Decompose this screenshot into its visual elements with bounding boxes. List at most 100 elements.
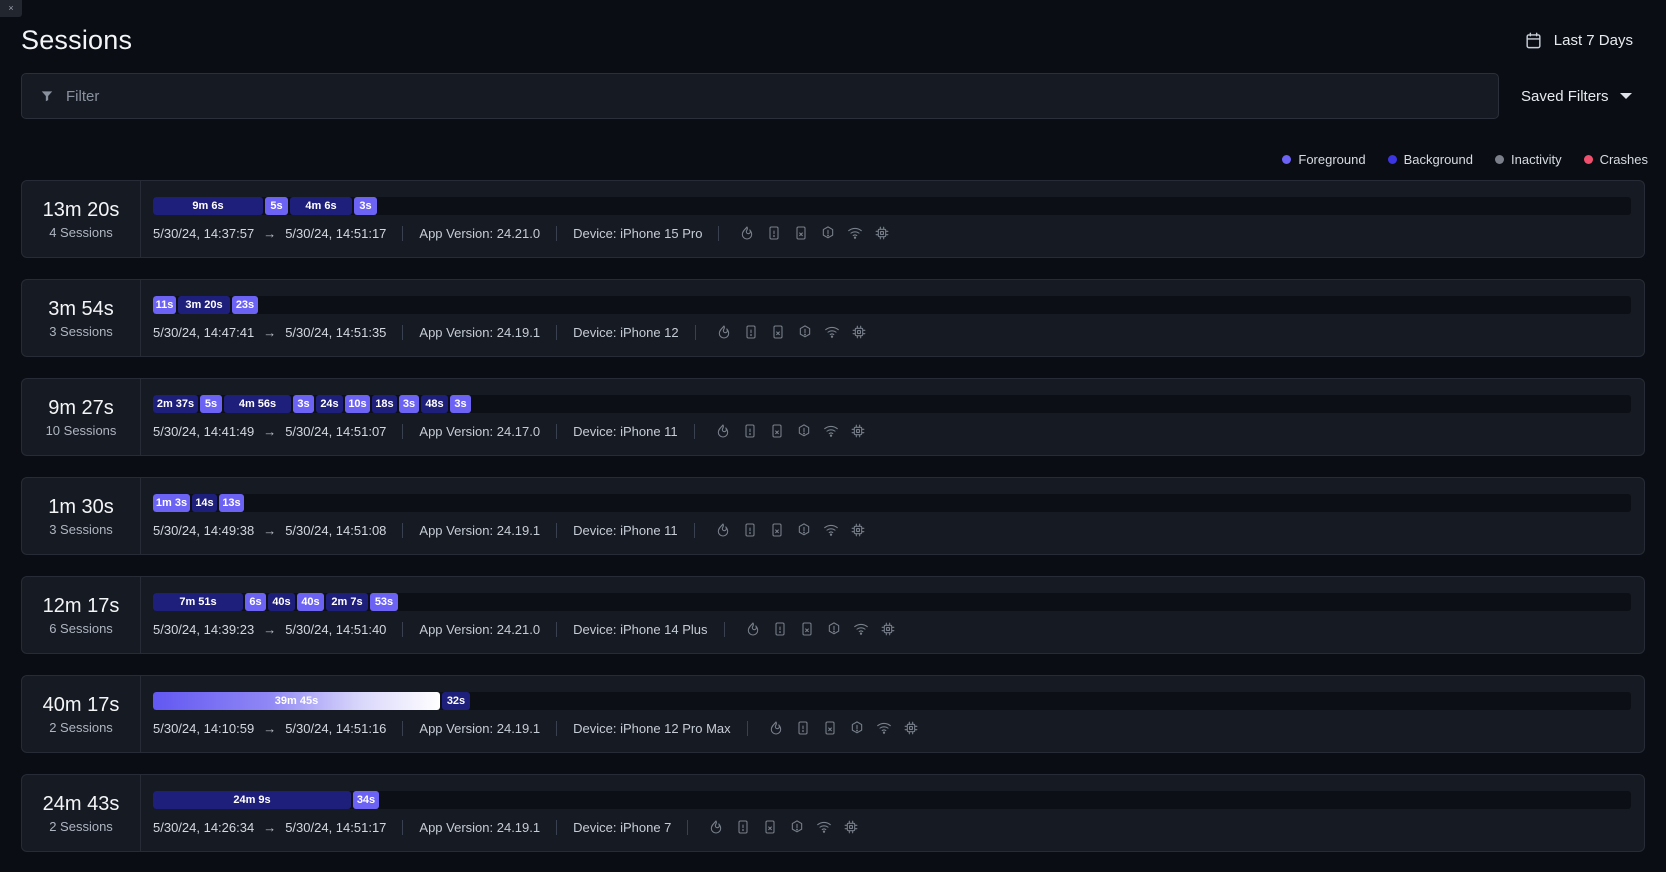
session-card[interactable]: 40m 17s 2 Sessions 39m 45s 32s 5/30/24, 14:1…: [21, 675, 1645, 753]
meta-divider: [402, 720, 404, 736]
timeline-segment-label: 3m 20s: [185, 299, 223, 311]
session-timeline[interactable]: 11s 3m 20s 23s: [153, 296, 1631, 314]
session-count: 2 Sessions: [49, 818, 113, 834]
timeline-segment-fg[interactable]: 23s: [232, 296, 258, 314]
timeline-segment-label: 39m 45s: [274, 695, 319, 707]
device-label: Device: iPhone 7: [573, 819, 672, 835]
calendar-icon: [1524, 31, 1543, 50]
timeline-segment-bg[interactable]: 32s: [442, 692, 470, 710]
timeline-segment-fg[interactable]: 53s: [370, 593, 398, 611]
legend-label: Inactivity: [1511, 152, 1562, 167]
date-range-picker[interactable]: Last 7 Days: [1524, 31, 1633, 50]
timeline-segment-fg[interactable]: 5s: [200, 395, 222, 413]
timeline-segment-bg[interactable]: 24s: [316, 395, 343, 413]
timeline-segment-label: 40s: [272, 596, 291, 608]
timeline-segment-bg[interactable]: 3m 20s: [178, 296, 230, 314]
timeline-segment-bg[interactable]: 4m 6s: [290, 197, 352, 215]
timeline-segment-fg[interactable]: 10s: [345, 395, 370, 413]
timeline-segment-fg[interactable]: 3s: [354, 197, 377, 215]
filter-input[interactable]: Filter: [21, 73, 1499, 119]
timeline-segment-label: 3s: [402, 398, 416, 410]
session-timeline[interactable]: 24m 9s 34s: [153, 791, 1631, 809]
session-detail: 2m 37s 5s 4m 56s 3s 24s 10s 18s 3s 48s 3s 5/30/24,…: [141, 379, 1644, 455]
session-end-time: 5/30/24, 14:51:07: [285, 423, 387, 439]
timeline-segment-bg[interactable]: 2m 7s: [326, 593, 368, 611]
session-card[interactable]: 9m 27s 10 Sessions 2m 37s 5s 4m 56s 3s 24s 10s 1…: [21, 378, 1645, 456]
session-end-time: 5/30/24, 14:51:40: [285, 621, 387, 637]
timeline-segment-bg[interactable]: 7m 51s: [153, 593, 243, 611]
timeline-segment-fg[interactable]: 3s: [399, 395, 419, 413]
cpu-icon: [852, 325, 866, 339]
meta-divider: [556, 720, 558, 736]
device-label: Device: iPhone 12: [573, 324, 679, 340]
phone-error-icon: [772, 424, 782, 438]
session-start-time: 5/30/24, 14:39:23: [153, 621, 255, 637]
timeline-segment-fg[interactable]: 11s: [153, 296, 176, 314]
timeline-segment-bg[interactable]: 48s: [421, 395, 448, 413]
timeline-segment-fg[interactable]: 5s: [265, 197, 288, 215]
session-start-time: 5/30/24, 14:37:57: [153, 225, 255, 241]
session-meta: 5/30/24, 14:10:59 → 5/30/24, 14:51:16 App V…: [153, 720, 1644, 736]
timeline-segment-label: 9m 6s: [192, 200, 224, 212]
session-timeline[interactable]: 39m 45s 32s: [153, 692, 1631, 710]
session-timeline[interactable]: 9m 6s 5s 4m 6s 3s: [153, 197, 1631, 215]
session-card[interactable]: 24m 43s 2 Sessions 24m 9s 34s 5/30/24, 14:26…: [21, 774, 1645, 852]
timeline-segment-bg[interactable]: 2m 37s: [153, 395, 198, 413]
session-card[interactable]: 3m 54s 3 Sessions 11s 3m 20s 23s 5/30/24, 14:…: [21, 279, 1645, 357]
window-close-nub[interactable]: ×: [0, 0, 22, 17]
timeline-segment-fg[interactable]: 3s: [293, 395, 314, 413]
meta-divider: [556, 522, 558, 538]
legend-item[interactable]: Background: [1387, 152, 1473, 167]
timeline-segment-bg[interactable]: 18s: [372, 395, 397, 413]
timeline-segment-label: 18s: [375, 398, 394, 410]
timeline-segment-label: 5s: [204, 398, 218, 410]
arrow-icon: →: [263, 621, 277, 637]
session-card[interactable]: 13m 20s 4 Sessions 9m 6s 5s 4m 6s 3s 5/30/24, …: [21, 180, 1645, 258]
saved-filters-dropdown[interactable]: Saved Filters: [1521, 88, 1632, 105]
session-list: 13m 20s 4 Sessions 9m 6s 5s 4m 6s 3s 5/30/24, …: [21, 180, 1645, 872]
timeline-segment-inact[interactable]: 39m 45s: [153, 692, 440, 710]
timeline-segment-label: 32s: [446, 695, 466, 707]
meta-divider: [693, 423, 695, 439]
legend-item[interactable]: Inactivity: [1495, 152, 1562, 167]
session-duration: 13m 20s: [42, 198, 120, 221]
timeline-segment-bg[interactable]: 4m 56s: [224, 395, 291, 413]
wifi-icon: [876, 722, 891, 734]
timeline-segment-fg[interactable]: 6s: [245, 593, 266, 611]
meta-divider: [402, 423, 404, 439]
session-meta: 5/30/24, 14:47:41 → 5/30/24, 14:51:35 App V…: [153, 324, 1644, 340]
session-summary: 3m 54s 3 Sessions: [22, 280, 141, 356]
session-timeline[interactable]: 1m 3s 14s 13s: [153, 494, 1631, 512]
phone-error-icon: [773, 325, 783, 339]
session-end-time: 5/30/24, 14:51:16: [285, 720, 387, 736]
hexagon-alert-icon: [792, 820, 803, 833]
session-timeline[interactable]: 7m 51s 6s 40s 40s 2m 7s 53s: [153, 593, 1631, 611]
legend-dot-icon: [1495, 155, 1504, 164]
meta-divider: [556, 423, 558, 439]
hexagon-alert-icon: [798, 424, 809, 437]
legend-item[interactable]: Foreground: [1282, 152, 1366, 167]
timeline-segment-fg[interactable]: 34s: [353, 791, 379, 809]
timeline-segment-fg[interactable]: 3s: [450, 395, 471, 413]
session-summary: 40m 17s 2 Sessions: [22, 676, 141, 752]
timeline-segment-bg[interactable]: 14s: [192, 494, 217, 512]
timeline-segment-bg[interactable]: 24m 9s: [153, 791, 351, 809]
timeline-segment-fg[interactable]: 13s: [219, 494, 244, 512]
arrow-icon: →: [263, 225, 277, 241]
app-version-label: App Version: 24.21.0: [419, 621, 541, 637]
timeline-segment-fg[interactable]: 40s: [297, 593, 324, 611]
meta-divider: [556, 621, 558, 637]
sessions-page: × Sessions Last 7 Days Filter Saved Filt…: [0, 0, 1666, 872]
session-count: 10 Sessions: [45, 422, 117, 438]
timeline-segment-fg[interactable]: 1m 3s: [153, 494, 190, 512]
timeline-segment-bg[interactable]: 40s: [268, 593, 295, 611]
session-timeline[interactable]: 2m 37s 5s 4m 56s 3s 24s 10s 18s 3s 48s 3s: [153, 395, 1631, 413]
timeline-segment-bg[interactable]: 9m 6s: [153, 197, 263, 215]
legend-item[interactable]: Crashes: [1583, 152, 1648, 167]
legend-dot-icon: [1583, 155, 1593, 164]
session-icon-strip: [745, 621, 896, 637]
session-card[interactable]: 1m 30s 3 Sessions 1m 3s 14s 13s 5/30/24, 14:4…: [21, 477, 1645, 555]
funnel-icon: [40, 89, 54, 103]
meta-divider: [693, 522, 695, 538]
session-card[interactable]: 12m 17s 6 Sessions 7m 51s 6s 40s 40s 2m 7s 53s 5…: [21, 576, 1645, 654]
